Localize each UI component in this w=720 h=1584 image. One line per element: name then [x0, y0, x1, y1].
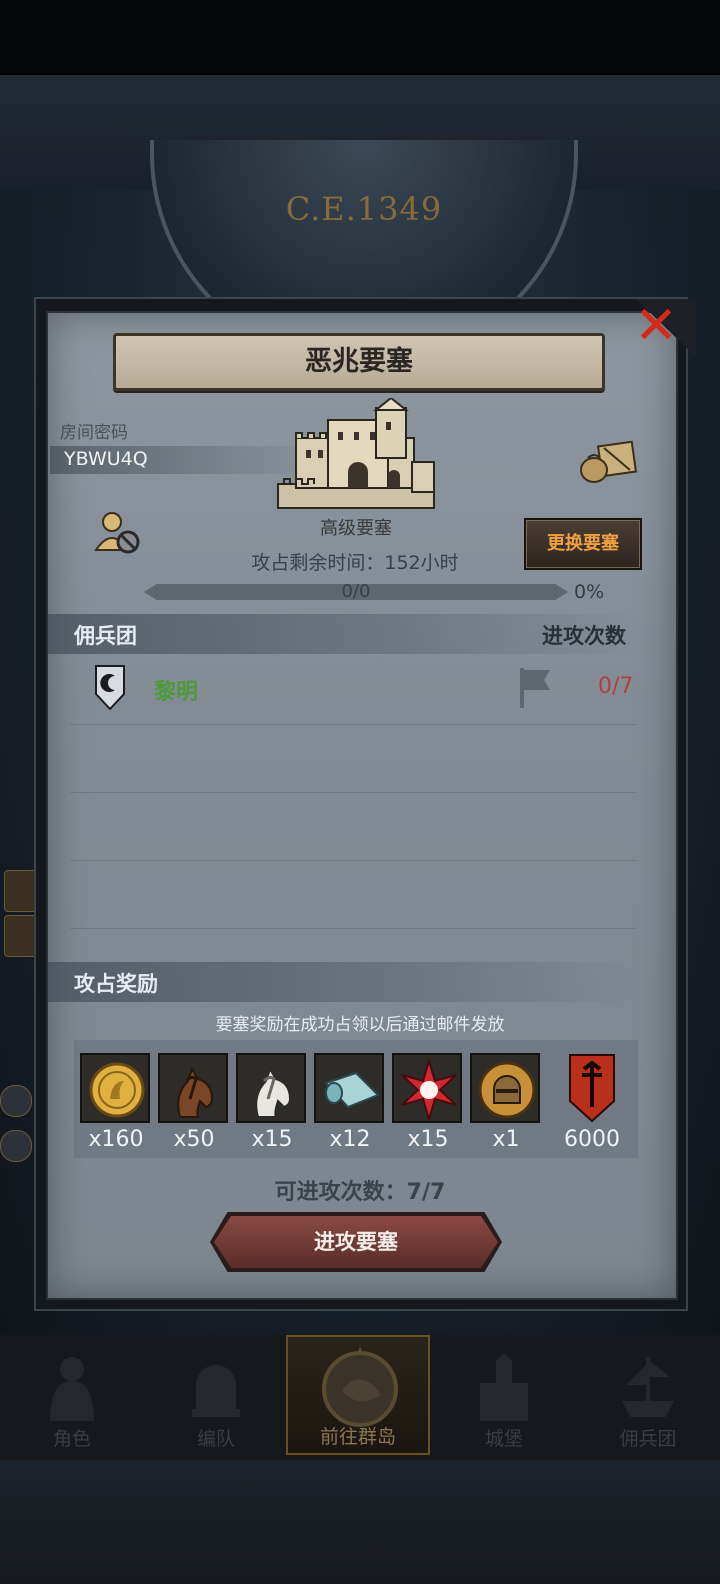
fortress-castle-icon	[277, 398, 435, 509]
compass-icon	[322, 1347, 398, 1427]
reward-item[interactable]: 6000	[556, 1053, 628, 1152]
capture-progress-text: 0/0	[341, 581, 371, 602]
side-widget-icon	[4, 915, 38, 957]
change-fortress-label: 更换要塞	[547, 533, 619, 554]
empty-row	[70, 860, 636, 929]
close-icon[interactable]: ✕	[628, 298, 684, 354]
knight-helmet-coin-icon	[478, 1061, 536, 1119]
reward-item[interactable]: x15	[392, 1053, 464, 1152]
reward-item[interactable]: x160	[80, 1053, 152, 1152]
gold-coin-icon	[89, 1062, 145, 1118]
nav-label: 角色	[52, 1428, 91, 1450]
settings-icon	[0, 1130, 32, 1162]
mercenary-emblem-icon	[95, 665, 125, 710]
change-fortress-button[interactable]: 更换要塞	[524, 518, 642, 570]
reward-qty: x50	[173, 1127, 215, 1152]
brown-horse-icon	[177, 1066, 214, 1118]
helmet-icon	[192, 1365, 240, 1417]
reward-item[interactable]: x50	[158, 1053, 230, 1152]
nav-label: 前往群岛	[319, 1426, 396, 1448]
reward-qty: 6000	[564, 1127, 620, 1152]
loot-bags-icon[interactable]	[578, 436, 638, 486]
time-remaining: 攻占剩余时间：152小时	[251, 552, 459, 574]
room-code-value[interactable]: YBWU4Q	[64, 448, 148, 470]
mercenary-header: 佣兵团	[74, 624, 137, 648]
nav-label: 编队	[196, 1428, 235, 1450]
attack-fortress-button[interactable]: 进攻要塞	[214, 1216, 498, 1268]
reward-item[interactable]: x1	[470, 1053, 542, 1152]
white-horse-icon	[255, 1066, 292, 1118]
bottom-nav-base	[0, 1460, 720, 1584]
reward-qty: x12	[329, 1127, 371, 1152]
nav-label: 城堡	[484, 1428, 523, 1450]
available-attacks: 可进攻次数：7/7	[274, 1180, 446, 1205]
capture-progress-percent: 0%	[574, 581, 605, 603]
rewards-header: 攻占奖励	[74, 972, 158, 996]
reward-qty: x15	[407, 1127, 449, 1152]
era-label: C.E.1349	[285, 190, 443, 228]
ship-icon	[622, 1357, 674, 1417]
knight-icon	[50, 1357, 94, 1421]
empty-row	[70, 724, 636, 793]
nav-item-castle[interactable]: 城堡	[432, 1335, 576, 1455]
flag-icon	[520, 668, 550, 708]
nav-item-mercenary[interactable]: 佣兵团	[576, 1335, 720, 1455]
castle-icon	[480, 1353, 528, 1421]
empty-row	[70, 792, 636, 861]
nav-item-formation[interactable]: 编队	[144, 1335, 288, 1455]
attack-count-header: 进攻次数	[542, 624, 626, 648]
reward-qty: x15	[251, 1127, 293, 1152]
title-banner: 恶兆要塞	[113, 333, 605, 391]
red-star-gem-icon	[401, 1059, 457, 1121]
target-icon	[0, 1085, 32, 1117]
user-blocked-icon[interactable]	[94, 510, 142, 556]
fortress-grade: 高级要塞	[320, 518, 392, 539]
mercenary-name: 黎明	[154, 680, 199, 705]
reward-item[interactable]: x12	[314, 1053, 386, 1152]
nav-item-character[interactable]: 角色	[0, 1335, 144, 1455]
nav-item-islands[interactable]: 前往群岛	[286, 1335, 430, 1455]
reward-qty: x160	[88, 1127, 144, 1152]
reward-qty: x1	[492, 1127, 520, 1152]
top-bar	[0, 0, 720, 75]
guild-banner-icon	[569, 1054, 615, 1123]
nav-label: 佣兵团	[619, 1428, 677, 1450]
attack-fortress-label: 进攻要塞	[314, 1230, 398, 1254]
reward-item[interactable]: x15	[236, 1053, 308, 1152]
mercenary-attack-count: 0/7	[598, 674, 634, 699]
reward-note: 要塞奖励在成功占领以后通过邮件发放	[215, 1015, 505, 1035]
dialog-title: 恶兆要塞	[305, 346, 413, 377]
cloth-roll-icon	[324, 1071, 380, 1109]
side-widget-icon	[4, 870, 38, 912]
room-code-label: 房间密码	[60, 423, 128, 443]
